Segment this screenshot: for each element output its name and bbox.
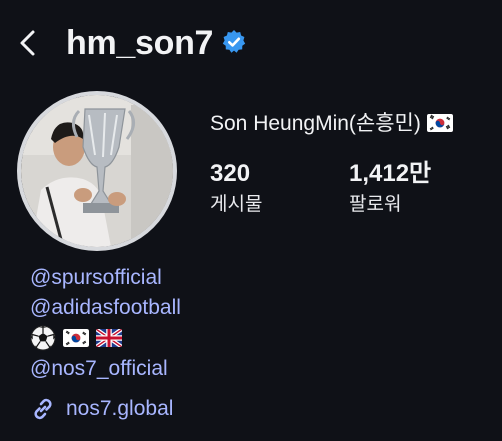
website-link[interactable]: nos7.global <box>30 395 173 423</box>
profile-header: hm_son7 <box>0 0 502 86</box>
posts-label: 게시물 <box>210 194 263 215</box>
bio-mention-adidasfootball[interactable]: @adidasfootball <box>30 295 181 321</box>
back-button[interactable] <box>14 28 44 58</box>
south-korea-flag-icon <box>63 329 89 347</box>
link-icon <box>34 398 52 420</box>
website-url[interactable]: nos7.global <box>66 397 173 421</box>
bio-mention-nos7-official[interactable]: @nos7_official <box>30 356 168 382</box>
bio-emoji-row <box>30 325 122 351</box>
south-korea-flag-icon <box>426 114 453 132</box>
soccer-ball-icon <box>30 325 56 351</box>
posts-stat[interactable]: 320 게시물 <box>210 160 262 217</box>
followers-stat[interactable]: 1,412만 팔로워 <box>349 160 431 217</box>
chevron-left-icon[interactable] <box>14 28 44 58</box>
uk-flag-icon <box>96 329 122 347</box>
profile-avatar[interactable] <box>17 91 177 251</box>
profile-username: hm_son7 <box>66 24 214 62</box>
profile-full-name: Son HeungMin(손흥민) <box>210 111 453 137</box>
full-name-text: Son HeungMin(손흥민) <box>210 112 421 135</box>
followers-count: 1,412만 <box>349 160 432 187</box>
bio-mention-spursofficial[interactable]: @spursofficial <box>30 265 162 291</box>
avatar-photo <box>21 95 173 247</box>
verified-badge-icon <box>222 30 246 53</box>
followers-label: 팔로워 <box>349 194 402 215</box>
posts-count: 320 <box>210 160 251 187</box>
